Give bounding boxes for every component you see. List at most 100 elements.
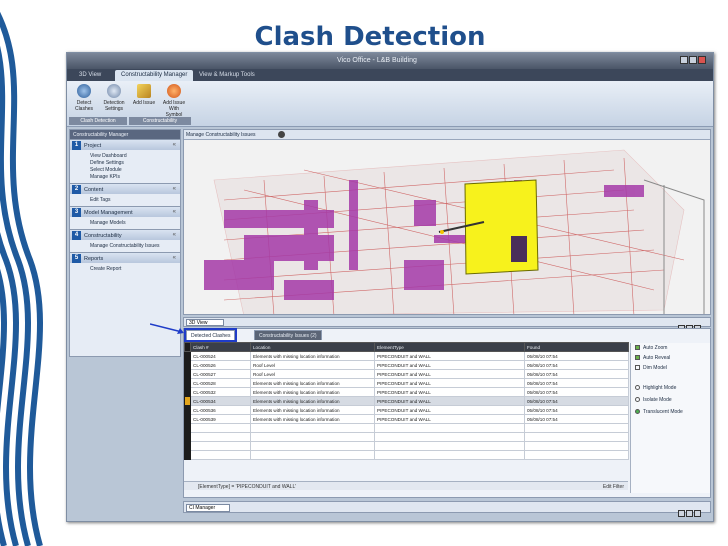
- sidebar-item[interactable]: Define Settings: [70, 159, 180, 166]
- option-radio[interactable]: Translucent Mode: [635, 409, 709, 419]
- collapse-icon[interactable]: «: [173, 209, 176, 215]
- cell-found[interactable]: 05/08/10 07:54: [524, 387, 629, 397]
- add-issue-with-symbol-button[interactable]: Add Issue With Symbol: [161, 84, 187, 118]
- table-row[interactable]: [184, 450, 629, 460]
- table-row[interactable]: CL-000532 Elements with missing location …: [184, 387, 629, 397]
- option-checkbox[interactable]: Auto Zoom: [635, 345, 709, 355]
- cell-type[interactable]: PIPECONDUIT and WALL: [374, 405, 525, 415]
- tab-constructability-manager[interactable]: Constructability Manager: [115, 70, 194, 81]
- cell-type[interactable]: PIPECONDUIT and WALL: [374, 396, 525, 406]
- section-header-2[interactable]: 3 Model Management «: [70, 206, 180, 217]
- radio-icon[interactable]: [635, 409, 640, 415]
- cell-id[interactable]: [190, 441, 251, 451]
- sidebar-item[interactable]: Select Module: [70, 166, 180, 173]
- cell-id[interactable]: CL-000528: [190, 378, 251, 388]
- tab-constructability-issues[interactable]: Constructability Issues (2): [254, 330, 322, 340]
- cell-id[interactable]: [190, 450, 251, 460]
- cell-location[interactable]: [250, 432, 375, 442]
- cell-found[interactable]: 05/08/10 07:54: [524, 378, 629, 388]
- cell-type[interactable]: PIPECONDUIT and WALL: [374, 369, 525, 379]
- cell-found[interactable]: [524, 432, 629, 442]
- collapse-icon[interactable]: «: [173, 255, 176, 261]
- sidebar-item[interactable]: Edit Tags: [70, 196, 180, 203]
- checkbox-icon[interactable]: [635, 365, 640, 371]
- cell-location[interactable]: Elements with missing location informati…: [250, 387, 375, 397]
- detect-clashes-button[interactable]: Detect Clashes: [71, 84, 97, 112]
- table-row[interactable]: CL-000534 Elements with missing location …: [184, 396, 629, 406]
- viewport-tab-label[interactable]: Manage Constructability Issues: [186, 132, 255, 138]
- option-radio[interactable]: Isolate Mode: [635, 397, 709, 407]
- cell-type[interactable]: PIPECONDUIT and WALL: [374, 360, 525, 370]
- edit-filter-button[interactable]: Edit Filter: [603, 484, 624, 490]
- cell-location[interactable]: Elements with missing location informati…: [250, 378, 375, 388]
- table-row[interactable]: [184, 441, 629, 451]
- option-radio[interactable]: Highlight Mode: [635, 385, 709, 395]
- cell-type[interactable]: [374, 450, 525, 460]
- building-model-3d[interactable]: [184, 140, 711, 315]
- collapse-icon[interactable]: «: [173, 186, 176, 192]
- checkbox-icon[interactable]: [635, 355, 640, 361]
- option-checkbox[interactable]: Auto Reveal: [635, 355, 709, 365]
- cell-location[interactable]: Elements with missing location informati…: [250, 351, 375, 361]
- table-row[interactable]: CL-000526 Roof Level PIPECONDUIT and WALL 0…: [184, 360, 629, 370]
- cell-location[interactable]: Elements with missing location informati…: [250, 405, 375, 415]
- sidebar-item[interactable]: Manage Models: [70, 219, 180, 226]
- cell-type[interactable]: [374, 432, 525, 442]
- cell-location[interactable]: [250, 450, 375, 460]
- tab-3d-view[interactable]: 3D View: [73, 70, 107, 81]
- cell-id[interactable]: CL-000532: [190, 387, 251, 397]
- cell-type[interactable]: PIPECONDUIT and WALL: [374, 414, 525, 424]
- section-header-3[interactable]: 4 Constructability «: [70, 229, 180, 240]
- maximize-icon[interactable]: [689, 56, 697, 64]
- manager-select[interactable]: CI Manager: [186, 504, 230, 512]
- cell-id[interactable]: CL-000524: [190, 351, 251, 361]
- cell-found[interactable]: 05/08/10 07:54: [524, 351, 629, 361]
- cell-found[interactable]: 05/08/10 07:54: [524, 360, 629, 370]
- collapse-icon[interactable]: «: [173, 232, 176, 238]
- table-row[interactable]: CL-000539 Elements with missing location …: [184, 414, 629, 424]
- cell-found[interactable]: 05/08/10 07:54: [524, 369, 629, 379]
- tab-view-markup-tools[interactable]: View & Markup Tools: [193, 70, 261, 81]
- 3d-viewport[interactable]: Manage Constructability Issues: [183, 129, 711, 315]
- radio-icon[interactable]: [635, 385, 640, 391]
- cell-id[interactable]: CL-000527: [190, 369, 251, 379]
- cell-id[interactable]: [190, 432, 251, 442]
- cell-type[interactable]: [374, 441, 525, 451]
- column-header-location[interactable]: Location: [250, 342, 375, 352]
- minimize-icon[interactable]: [678, 510, 685, 517]
- table-row[interactable]: [184, 432, 629, 442]
- checkbox-icon[interactable]: [635, 345, 640, 351]
- table-row[interactable]: [184, 423, 629, 433]
- table-row[interactable]: CL-000536 Elements with missing location …: [184, 405, 629, 415]
- cell-found[interactable]: [524, 441, 629, 451]
- sidebar-item[interactable]: Manage KPIs: [70, 173, 180, 180]
- cell-location[interactable]: [250, 423, 375, 433]
- view-mode-select[interactable]: 3D View: [186, 319, 224, 326]
- cell-id[interactable]: CL-000526: [190, 360, 251, 370]
- detection-settings-button[interactable]: Detection Settings: [101, 84, 127, 112]
- add-tab-icon[interactable]: [278, 131, 285, 138]
- sidebar-item[interactable]: View Dashboard: [70, 152, 180, 159]
- cell-id[interactable]: CL-000539: [190, 414, 251, 424]
- cell-location[interactable]: Roof Level: [250, 360, 375, 370]
- cell-found[interactable]: [524, 450, 629, 460]
- radio-icon[interactable]: [635, 397, 640, 403]
- tab-detected-clashes[interactable]: Detected Clashes: [183, 328, 238, 342]
- table-row[interactable]: CL-000528 Elements with missing location …: [184, 378, 629, 388]
- column-header-elementtype[interactable]: ElementType: [374, 342, 525, 352]
- cell-location[interactable]: Elements with missing location informati…: [250, 414, 375, 424]
- table-row[interactable]: CL-000524 Elements with missing location …: [184, 351, 629, 361]
- restore-icon[interactable]: [686, 510, 693, 517]
- cell-id[interactable]: CL-000534: [190, 396, 251, 406]
- add-issue-button[interactable]: Add Issue: [131, 84, 157, 106]
- sidebar-item[interactable]: Create Report: [70, 265, 180, 272]
- cell-found[interactable]: 05/08/10 07:54: [524, 414, 629, 424]
- cell-id[interactable]: [190, 423, 251, 433]
- close-icon[interactable]: [698, 56, 706, 64]
- section-header-1[interactable]: 2 Content «: [70, 183, 180, 194]
- cell-type[interactable]: [374, 423, 525, 433]
- collapse-icon[interactable]: «: [173, 142, 176, 148]
- cell-id[interactable]: CL-000536: [190, 405, 251, 415]
- cell-type[interactable]: PIPECONDUIT and WALL: [374, 387, 525, 397]
- column-header-clash[interactable]: Clash #: [190, 342, 251, 352]
